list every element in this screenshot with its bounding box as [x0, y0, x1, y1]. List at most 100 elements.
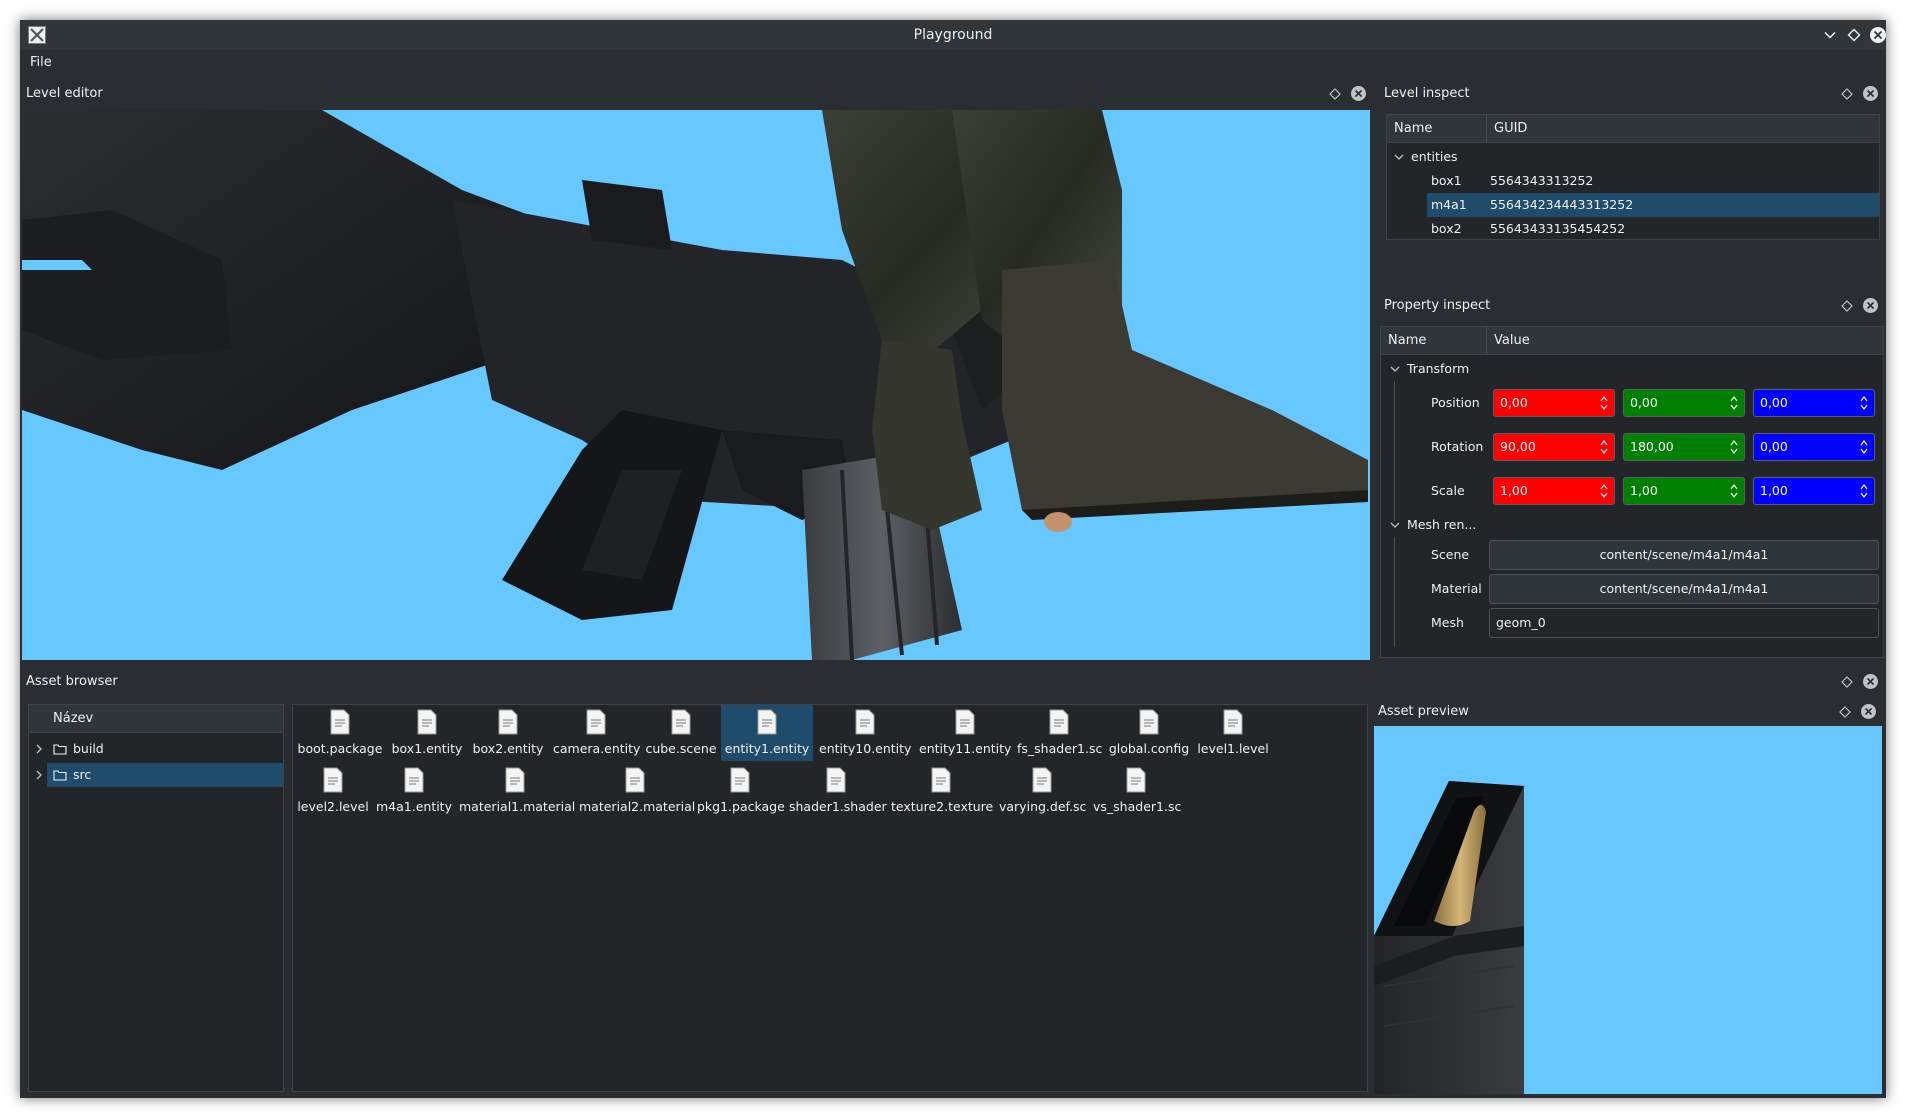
spin-arrows-icon[interactable]	[1859, 438, 1869, 456]
tree-group-entities[interactable]: entities	[1387, 145, 1879, 169]
column-name[interactable]: Name	[1387, 115, 1487, 143]
label-mesh: Mesh	[1431, 615, 1464, 630]
position-y-input[interactable]: 0,00	[1623, 389, 1745, 417]
file-icon	[955, 709, 975, 735]
file-item[interactable]: fs_shader1.sc	[1017, 705, 1102, 761]
position-x-input[interactable]: 0,00	[1493, 389, 1615, 417]
tree-guide	[1394, 381, 1395, 521]
file-item[interactable]: material2.material	[579, 763, 695, 819]
spin-arrows-icon[interactable]	[1599, 438, 1609, 456]
asset-preview-viewport[interactable]	[1374, 726, 1882, 1094]
close-icon[interactable]	[1862, 85, 1879, 102]
file-icon	[625, 767, 645, 793]
file-item[interactable]: entity10.entity	[819, 705, 911, 761]
rotation-z-input[interactable]: 0,00	[1753, 433, 1875, 461]
file-item-selected[interactable]: entity1.entity	[721, 705, 813, 761]
level-tree-header: Name GUID	[1387, 115, 1879, 143]
property-inspect-title: Property inspect	[1384, 298, 1491, 313]
rotation-y-input[interactable]: 180,00	[1623, 433, 1745, 461]
close-icon[interactable]	[1862, 297, 1879, 314]
chevron-right-icon[interactable]	[33, 743, 45, 755]
tree-row-box1[interactable]: box1 5564343313252	[1427, 169, 1879, 193]
spin-arrows-icon[interactable]	[1729, 394, 1739, 412]
column-value[interactable]: Value	[1487, 327, 1883, 355]
file-icon	[1223, 709, 1243, 735]
file-icon	[855, 709, 875, 735]
spin-arrows-icon[interactable]	[1859, 394, 1869, 412]
float-icon[interactable]	[1838, 705, 1852, 719]
spin-arrows-icon[interactable]	[1859, 482, 1869, 500]
folder-label: src	[73, 767, 92, 782]
group-label: Mesh ren...	[1407, 517, 1477, 532]
folder-src[interactable]: src	[29, 763, 283, 787]
scale-z-input[interactable]: 1,00	[1753, 477, 1875, 505]
entity-name: box1	[1431, 173, 1462, 188]
magazine-render-image	[1374, 781, 1524, 1094]
file-item[interactable]: cube.scene	[645, 705, 717, 761]
file-icon	[671, 709, 691, 735]
file-icon	[498, 709, 518, 735]
spin-arrows-icon[interactable]	[1729, 482, 1739, 500]
close-icon[interactable]	[1862, 673, 1879, 690]
file-item[interactable]: box1.entity	[391, 705, 463, 761]
close-icon[interactable]	[1868, 25, 1888, 45]
column-name[interactable]: Název	[29, 705, 283, 733]
group-transform[interactable]: Transform	[1381, 357, 1883, 381]
chevron-down-icon[interactable]	[1389, 363, 1401, 375]
asset-preview-title: Asset preview	[1378, 704, 1469, 719]
chevron-down-icon[interactable]	[1393, 151, 1405, 163]
tree-row-box2[interactable]: box2 55643433135454252	[1427, 217, 1879, 241]
float-icon[interactable]	[1328, 87, 1342, 101]
file-icon	[730, 767, 750, 793]
folder-icon	[53, 770, 67, 781]
file-item[interactable]: camera.entity	[553, 705, 640, 761]
file-grid: boot.package box1.entity box2.entity cam…	[292, 704, 1368, 1092]
close-icon[interactable]	[1350, 85, 1367, 102]
label-material: Material	[1431, 581, 1482, 596]
folder-build[interactable]: build	[29, 737, 283, 761]
float-icon[interactable]	[1840, 299, 1854, 313]
file-icon	[1049, 709, 1069, 735]
spin-arrows-icon[interactable]	[1729, 438, 1739, 456]
float-icon[interactable]	[1840, 87, 1854, 101]
file-item[interactable]: level1.level	[1197, 705, 1269, 761]
menu-file[interactable]: File	[30, 55, 52, 70]
maximize-icon[interactable]	[1844, 25, 1864, 45]
spin-arrows-icon[interactable]	[1599, 482, 1609, 500]
file-item[interactable]: shader1.shader	[789, 763, 887, 819]
file-item[interactable]: pkg1.package	[697, 763, 785, 819]
scene-picker-button[interactable]: content/scene/m4a1/m4a1	[1489, 540, 1879, 570]
file-item[interactable]: box2.entity	[471, 705, 545, 761]
rotation-x-input[interactable]: 90,00	[1493, 433, 1615, 461]
file-item[interactable]: entity11.entity	[919, 705, 1011, 761]
file-item[interactable]: boot.package	[297, 705, 383, 761]
material-picker-button[interactable]: content/scene/m4a1/m4a1	[1489, 574, 1879, 604]
minimize-icon[interactable]	[1820, 25, 1840, 45]
float-icon[interactable]	[1840, 675, 1854, 689]
property-inspect-dock: Property inspect Name Value Transform Po…	[1378, 292, 1886, 662]
scale-y-input[interactable]: 1,00	[1623, 477, 1745, 505]
folder-tree: Název build src	[28, 704, 284, 1092]
level-viewport[interactable]	[22, 110, 1370, 660]
spin-arrows-icon[interactable]	[1599, 394, 1609, 412]
group-mesh-renderer[interactable]: Mesh ren...	[1381, 513, 1883, 537]
chevron-down-icon[interactable]	[1389, 519, 1401, 531]
label-scene: Scene	[1431, 547, 1470, 562]
file-item[interactable]: level2.level	[297, 763, 369, 819]
file-item[interactable]: m4a1.entity	[375, 763, 453, 819]
scale-x-input[interactable]: 1,00	[1493, 477, 1615, 505]
tree-row-m4a1[interactable]: m4a1 556434234443313252	[1427, 193, 1879, 217]
position-z-input[interactable]: 0,00	[1753, 389, 1875, 417]
property-tree-header: Name Value	[1381, 327, 1883, 355]
file-item[interactable]: vs_shader1.sc	[1093, 763, 1181, 819]
column-name[interactable]: Name	[1381, 327, 1487, 355]
file-item[interactable]: global.config	[1107, 705, 1191, 761]
close-icon[interactable]	[1860, 703, 1877, 720]
mesh-field[interactable]: geom_0	[1489, 608, 1879, 638]
entity-name: box2	[1431, 221, 1462, 236]
file-item[interactable]: material1.material	[459, 763, 575, 819]
file-item[interactable]: texture2.texture	[891, 763, 993, 819]
chevron-right-icon[interactable]	[33, 769, 45, 781]
column-guid[interactable]: GUID	[1487, 115, 1879, 143]
file-item[interactable]: varying.def.sc	[999, 763, 1086, 819]
